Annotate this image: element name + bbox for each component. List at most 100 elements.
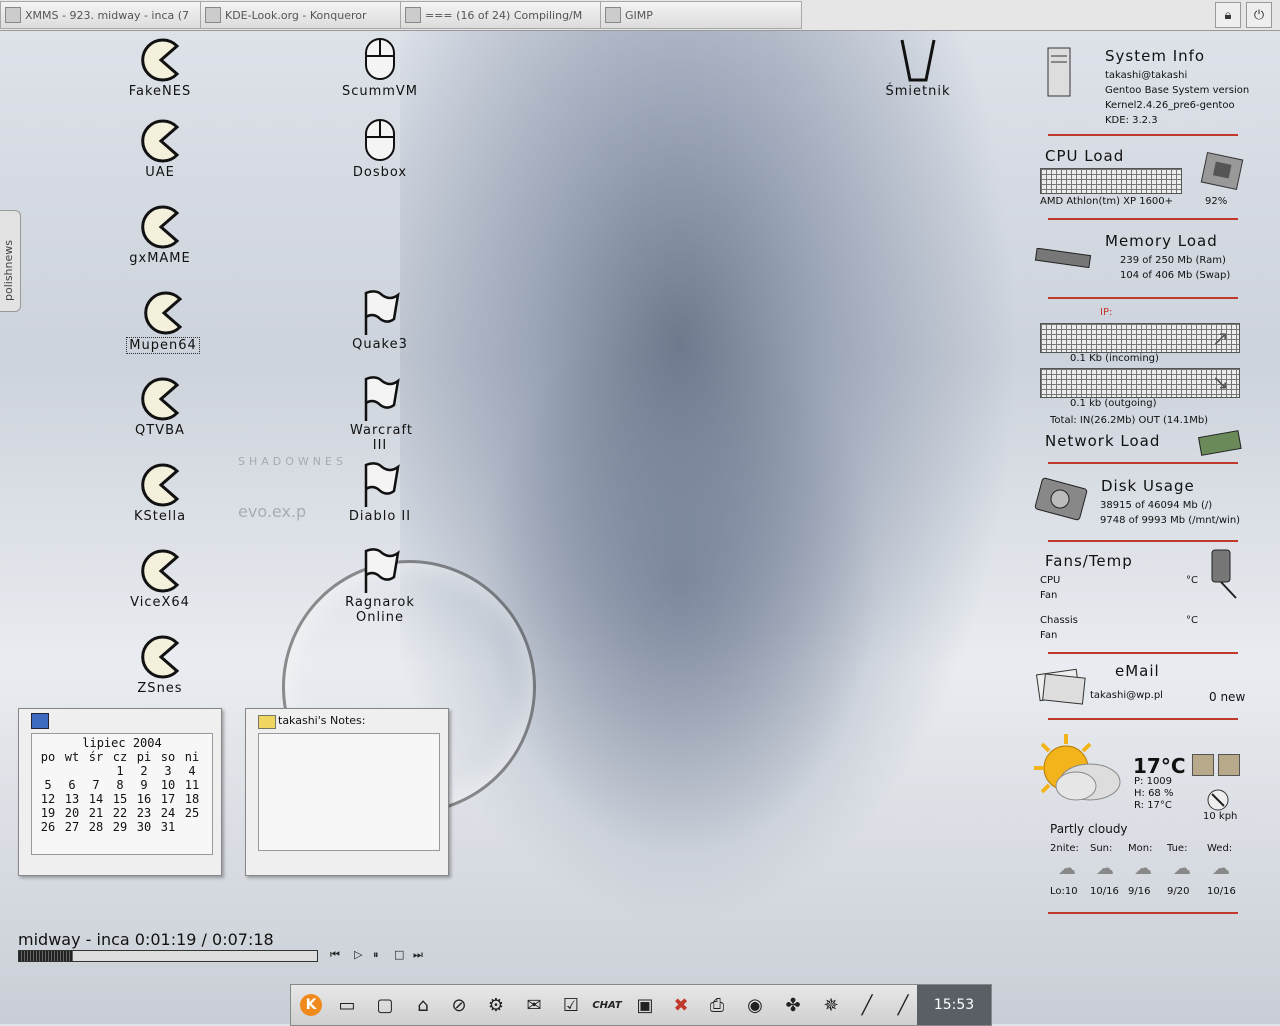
stop-button[interactable]: □ <box>394 948 404 961</box>
calendar-weekday: pi <box>136 750 152 764</box>
calendar-day[interactable]: 19 <box>36 806 60 820</box>
show-desktop-button[interactable]: ▭ <box>333 991 361 1019</box>
printer-button[interactable]: ⎙ <box>703 991 731 1019</box>
fan-chassis-unit: °C <box>1186 615 1198 626</box>
desktop-icon-zsnes[interactable]: ZSnes <box>105 633 215 696</box>
divider <box>1048 462 1238 464</box>
lock-button[interactable]: 🔒︎ <box>1215 2 1241 28</box>
play-button[interactable]: ▷ <box>354 948 362 961</box>
calendar-day[interactable]: 7 <box>84 778 108 792</box>
wallpaper-figure-body <box>480 300 880 860</box>
next-button[interactable]: ⏭︎ <box>413 948 423 962</box>
calendar-day[interactable]: 30 <box>132 820 156 834</box>
mouse-icon <box>365 38 395 80</box>
mouse-icon <box>365 119 395 161</box>
calendar-widget[interactable]: lipiec 2004 po wt śr cz pi so ni 1 2 3 4 5 6 7 8 9 10 11… <box>18 708 222 876</box>
desktop-icon-warcraft3[interactable]: Warcraft III <box>325 375 435 453</box>
calendar-day[interactable]: 6 <box>60 778 84 792</box>
desktop-icon-dosbox[interactable]: Dosbox <box>325 117 435 180</box>
pen-button[interactable]: ╱ <box>853 991 881 1019</box>
notes-textarea[interactable] <box>258 733 440 851</box>
quake-launcher-button[interactable]: ✵ <box>817 991 845 1019</box>
block-button[interactable]: ⊘ <box>445 991 473 1019</box>
tasks-button[interactable]: ☑ <box>557 991 585 1019</box>
calendar-day[interactable]: 4 <box>180 764 204 778</box>
desktop-icon-gxmame[interactable]: gxMAME <box>105 203 215 266</box>
calendar-day[interactable]: 9 <box>132 778 156 792</box>
terminal-button[interactable]: ▢ <box>371 991 399 1019</box>
calendar-day[interactable]: 12 <box>36 792 60 806</box>
calendar-day[interactable]: 17 <box>156 792 180 806</box>
calendar-day[interactable]: 31 <box>156 820 180 834</box>
calendar-day[interactable]: 22 <box>108 806 132 820</box>
task-xmms[interactable]: XMMS - 923. midway - inca (7 <box>0 1 202 29</box>
calendar-day[interactable]: 15 <box>108 792 132 806</box>
sound-button[interactable]: ◉ <box>741 991 769 1019</box>
desktop-icon-scummvm[interactable]: ScummVM <box>325 36 435 99</box>
calendar-day[interactable]: 13 <box>60 792 84 806</box>
calendar-day[interactable]: 27 <box>60 820 84 834</box>
calendar-day[interactable]: 8 <box>108 778 132 792</box>
calendar-day[interactable]: 24 <box>156 806 180 820</box>
desktop-icon-mupen64[interactable]: Mupen64 <box>108 289 218 354</box>
flag-icon <box>364 376 400 421</box>
desktop-icon-qtvba[interactable]: QTVBA <box>105 375 215 438</box>
desktop-icon-uae[interactable]: UAE <box>105 117 215 180</box>
calendar-day[interactable]: 2 <box>132 764 156 778</box>
previous-button[interactable]: ⏮︎ <box>330 948 340 962</box>
player-progress-bar[interactable] <box>18 950 318 962</box>
calendar-day[interactable]: 5 <box>36 778 60 792</box>
calendar-day[interactable]: 20 <box>60 806 84 820</box>
task-gimp[interactable]: GIMP <box>600 1 802 29</box>
task-compiling[interactable]: === (16 of 24) Compiling/M <box>400 1 602 29</box>
desktop-icon-quake3[interactable]: Quake3 <box>325 289 435 352</box>
calendar-day[interactable]: 29 <box>108 820 132 834</box>
desktop-icon-vicex64[interactable]: ViceX64 <box>105 547 215 610</box>
irc-button[interactable]: ✖ <box>667 991 695 1019</box>
calendar-day[interactable]: 26 <box>36 820 60 834</box>
calendar-day[interactable]: 1 <box>108 764 132 778</box>
desktop-icon-fakenes[interactable]: FakeNES <box>105 36 215 99</box>
k-menu-button[interactable]: K <box>297 991 325 1019</box>
desktop-icon: ▭ <box>338 994 356 1016</box>
notes-widget[interactable]: takashi's Notes: <box>245 708 449 876</box>
polishnews-tab[interactable]: polishnews <box>0 210 21 312</box>
logout-button[interactable]: ⏻ <box>1246 2 1272 28</box>
calendar-day[interactable]: 28 <box>84 820 108 834</box>
trash-icon <box>900 39 936 82</box>
network-button[interactable]: ⚙ <box>482 991 510 1019</box>
calendar-day[interactable]: 23 <box>132 806 156 820</box>
weather-map-button[interactable] <box>1192 754 1214 776</box>
desktop-icon-ragnarok[interactable]: Ragnarok Online <box>325 547 435 625</box>
chat-button[interactable]: CHAT <box>592 991 621 1019</box>
calendar-day[interactable]: 3 <box>156 764 180 778</box>
calendar-day[interactable]: 10 <box>156 778 180 792</box>
calendar-day[interactable]: 16 <box>132 792 156 806</box>
floppy-button[interactable]: ▣ <box>631 991 659 1019</box>
calendar-day[interactable]: 25 <box>180 806 204 820</box>
clock[interactable]: 15:53 <box>917 985 991 1025</box>
fan-2-label: Fan <box>1040 630 1058 641</box>
calendar-day[interactable]: 14 <box>84 792 108 806</box>
weather-camera-button[interactable] <box>1218 754 1240 776</box>
gimp-launcher-button[interactable]: ✤ <box>779 991 807 1019</box>
forecast-day: Sun: <box>1090 843 1113 854</box>
desktop-icon-kstella[interactable]: KStella <box>105 461 215 524</box>
desktop-icon-trash[interactable]: Śmietnik <box>863 36 973 99</box>
task-konqueror[interactable]: KDE-Look.org - Konqueror <box>200 1 402 29</box>
calendar-day[interactable]: 18 <box>180 792 204 806</box>
calendar-weekday: ni <box>184 750 200 764</box>
weather-condition: Partly cloudy <box>1050 822 1128 836</box>
forecast-temps: 9/16 <box>1128 886 1151 897</box>
forecast-day: Mon: <box>1128 843 1153 854</box>
system-info-title: System Info <box>1105 47 1206 65</box>
home-button[interactable]: ⌂ <box>409 991 437 1019</box>
calendar-day[interactable]: 11 <box>180 778 204 792</box>
pause-button[interactable]: ⏸︎ <box>373 948 379 962</box>
pen-button-2[interactable]: ╱ <box>889 991 917 1019</box>
mail-button[interactable]: ✉ <box>520 991 548 1019</box>
desktop-icon-diablo2[interactable]: Diablo II <box>325 461 435 524</box>
next-icon: ⏭︎ <box>413 948 423 961</box>
calendar-day[interactable]: 21 <box>84 806 108 820</box>
pen-icon-2: ╱ <box>897 994 909 1016</box>
